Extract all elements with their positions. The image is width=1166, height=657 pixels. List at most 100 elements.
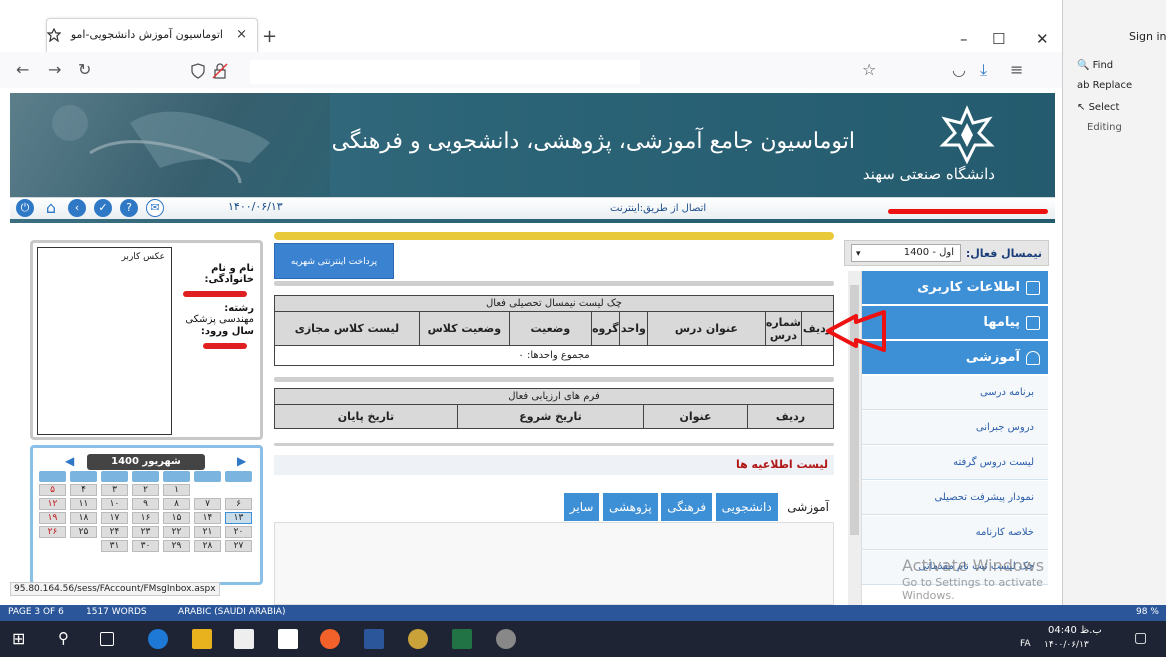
minimize-button[interactable]: – <box>960 30 968 48</box>
prev-month-icon[interactable]: ◀ <box>65 454 74 468</box>
calendar-day[interactable]: ۳۱ <box>101 540 128 552</box>
mail-icon[interactable]: ✉ <box>146 199 164 217</box>
calendar-day[interactable]: ۱۴ <box>194 512 221 524</box>
university-logo-icon <box>939 105 995 165</box>
select-button[interactable]: ↖ Select <box>1077 102 1119 113</box>
excel-icon[interactable] <box>452 629 472 649</box>
calendar-day[interactable]: ۲۹ <box>163 540 190 552</box>
url-bar[interactable] <box>190 57 1030 85</box>
menu-sub-item[interactable]: نمودار پیشرفت تحصیلی <box>862 481 1048 515</box>
menu-sub-item[interactable]: لیست دروس گرفته <box>862 446 1048 480</box>
menu-user-info[interactable]: اطلاعات کاربری <box>862 271 1048 305</box>
calendar-day[interactable]: ۱۵ <box>163 512 190 524</box>
input-language[interactable]: FA <box>1020 639 1031 649</box>
pocket-icon[interactable]: ◡ <box>952 60 966 79</box>
maximize-button[interactable]: ☐ <box>992 30 1005 48</box>
bookmark-star-icon[interactable]: ☆ <box>862 60 876 79</box>
firefox-icon[interactable] <box>320 629 340 649</box>
help-icon[interactable]: ? <box>120 199 138 217</box>
windows-start-icon[interactable]: ⊞ <box>12 629 32 649</box>
redacted-name <box>183 291 247 297</box>
clock-date[interactable]: ۱۴۰۰/۰۶/۱۳ <box>1044 640 1089 650</box>
menu-messages[interactable]: پیامها <box>862 306 1048 340</box>
language-status[interactable]: ARABIC (SAUDI ARABIA) <box>178 607 285 617</box>
calendar-day[interactable]: ۱۰ <box>101 498 128 510</box>
calendar-day[interactable]: ۱ <box>163 484 190 496</box>
calendar-day[interactable]: ۷ <box>194 498 221 510</box>
calendar-day[interactable]: ۲۱ <box>194 526 221 538</box>
calendar-day[interactable]: ۲۷ <box>225 540 252 552</box>
mail-app-icon[interactable] <box>278 629 298 649</box>
tab-research[interactable]: پژوهشی <box>602 493 658 521</box>
shield-icon[interactable] <box>190 63 206 79</box>
back-arrow-icon[interactable]: ‹ <box>68 199 86 217</box>
close-window-button[interactable]: ✕ <box>1036 30 1049 48</box>
active-semester: نیمسال فعال: اول - 1400 ▾ <box>844 240 1049 266</box>
calendar-day[interactable]: ۲۴ <box>101 526 128 538</box>
calendar-day[interactable]: ۲۵ <box>70 526 97 538</box>
edge-icon[interactable] <box>148 629 168 649</box>
page-count[interactable]: PAGE 3 OF 6 <box>8 607 64 617</box>
power-icon[interactable]: ⏻ <box>16 199 34 217</box>
home-icon[interactable]: ⌂ <box>42 199 60 217</box>
insecure-lock-icon[interactable] <box>212 63 228 79</box>
calendar-day[interactable]: ۴ <box>70 484 97 496</box>
calendar-day[interactable]: ۲۳ <box>132 526 159 538</box>
reload-icon[interactable]: ↻ <box>78 60 91 79</box>
user-photo: عکس کاربر <box>37 247 172 435</box>
calendar-day[interactable]: ۲۲ <box>163 526 190 538</box>
app-icon[interactable] <box>408 629 428 649</box>
word-icon[interactable] <box>364 629 384 649</box>
calendar-day[interactable]: ۲۶ <box>39 526 66 538</box>
tab-education[interactable]: آموزشی <box>781 493 835 521</box>
menu-sub-item[interactable]: برنامه درسی <box>862 376 1048 410</box>
calendar-day[interactable]: ۱۹ <box>39 512 66 524</box>
calendar-day[interactable]: ۱۶ <box>132 512 159 524</box>
calendar-day[interactable]: ۹ <box>132 498 159 510</box>
calendar-day[interactable]: ۲ <box>132 484 159 496</box>
app-icon[interactable] <box>496 629 516 649</box>
word-count[interactable]: 1517 WORDS <box>86 607 147 617</box>
menu-education[interactable]: آموزشی <box>862 341 1048 375</box>
new-tab-button[interactable]: + <box>262 26 277 47</box>
tab-student[interactable]: دانشجویی <box>715 493 778 521</box>
back-icon[interactable]: ← <box>16 60 29 79</box>
check-icon[interactable]: ✓ <box>94 199 112 217</box>
calendar-day[interactable]: ۲۰ <box>225 526 252 538</box>
task-view-icon[interactable] <box>100 632 114 646</box>
tab-other[interactable]: سایر <box>563 493 600 521</box>
browser-tab[interactable]: اتوماسیون آموزش دانشجویی-امو × <box>46 18 258 52</box>
menu-sub-item[interactable]: خلاصه کارنامه <box>862 516 1048 550</box>
calendar-day[interactable]: ۳ <box>101 484 128 496</box>
calendar-day[interactable]: ۸ <box>163 498 190 510</box>
next-month-icon[interactable]: ▶ <box>237 454 246 468</box>
semester-select[interactable]: اول - 1400 ▾ <box>851 244 961 262</box>
download-icon[interactable]: ⤓ <box>980 60 987 80</box>
notification-icon[interactable]: ▢ <box>1134 630 1147 646</box>
clock-time[interactable]: 04:40 ب.ظ <box>1048 625 1102 636</box>
zoom-level[interactable]: 98 % <box>1136 607 1159 617</box>
tab-close-icon[interactable]: × <box>236 27 247 42</box>
calendar-day[interactable]: ۵ <box>39 484 66 496</box>
store-icon[interactable] <box>234 629 254 649</box>
university-name: دانشگاه صنعتی سهند <box>862 165 995 183</box>
calendar-day[interactable]: ۶ <box>225 498 252 510</box>
pay-tuition-button[interactable]: پرداخت اینترنتی شهریه <box>274 243 394 279</box>
calendar-day[interactable]: ۱۱ <box>70 498 97 510</box>
calendar-day[interactable]: ۱۷ <box>101 512 128 524</box>
calendar-day[interactable]: ۱۳ <box>225 512 252 524</box>
calendar-day[interactable]: ۲۸ <box>194 540 221 552</box>
tab-cultural[interactable]: فرهنگی <box>661 493 713 521</box>
calendar-day[interactable]: ۳۰ <box>132 540 159 552</box>
replace-button[interactable]: ab Replace <box>1077 80 1132 91</box>
search-icon[interactable]: ⚲ <box>58 629 78 649</box>
sign-in-link[interactable]: Sign in <box>1129 30 1166 43</box>
file-explorer-icon[interactable] <box>192 629 212 649</box>
calendar-day[interactable]: ۱۸ <box>70 512 97 524</box>
menu-icon[interactable]: ≡ <box>1010 60 1023 79</box>
table-header-row: ردیف شماره درس عنوان درس واحد گروه وضعیت… <box>274 311 834 346</box>
menu-sub-item[interactable]: دروس جبرانی <box>862 411 1048 445</box>
calendar-day[interactable]: ۱۲ <box>39 498 66 510</box>
find-button[interactable]: 🔍 Find <box>1077 60 1113 71</box>
forward-icon[interactable]: → <box>48 60 61 79</box>
